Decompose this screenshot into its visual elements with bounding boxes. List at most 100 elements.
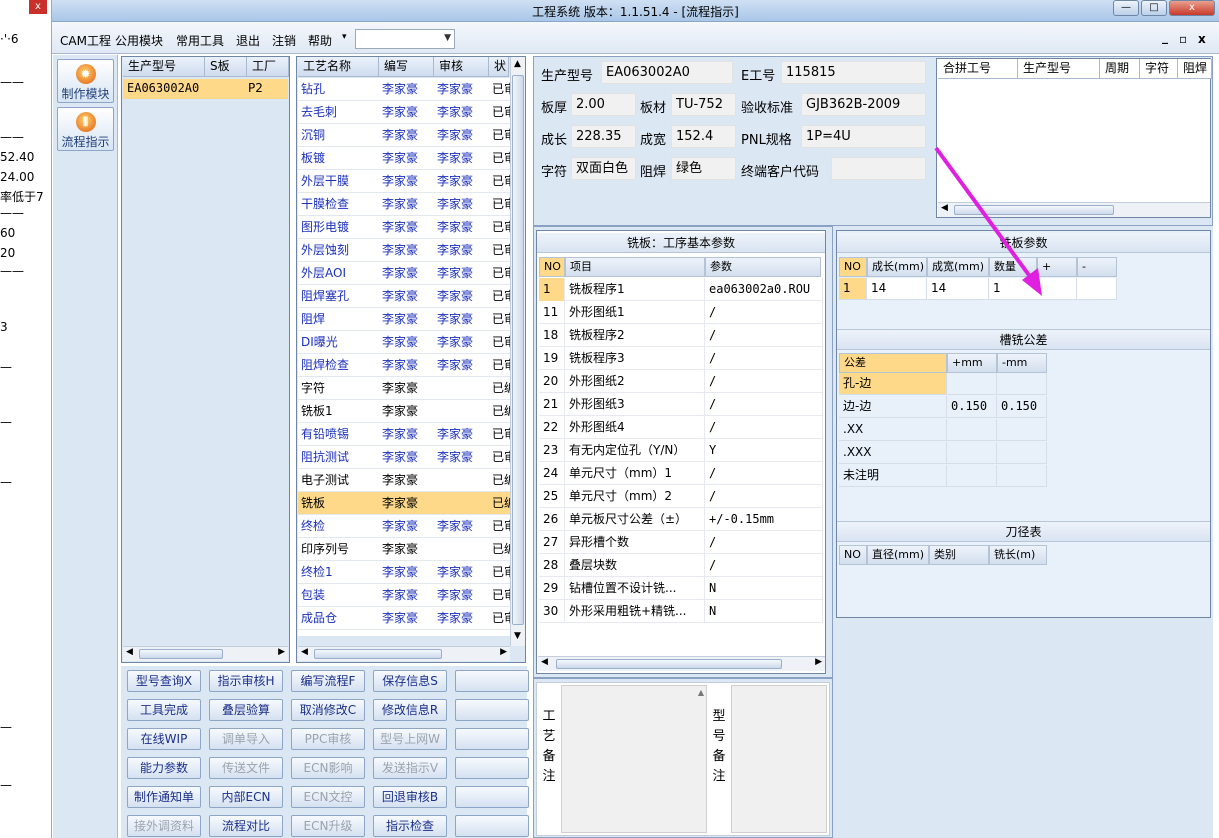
blank-button[interactable]	[455, 757, 529, 779]
scroll-right-icon[interactable]: ▶	[815, 657, 822, 667]
field-thickness[interactable]: 2.00	[571, 93, 636, 116]
table-row[interactable]: 铣板1 李家豪 已编	[298, 400, 510, 423]
scroll-up-icon[interactable]: ▲	[514, 59, 521, 69]
blank-button[interactable]	[455, 670, 529, 692]
scroll-left-icon[interactable]: ◀	[301, 647, 308, 657]
col-header-s-board[interactable]: S板	[205, 57, 247, 77]
field-length[interactable]: 228.35	[571, 125, 636, 148]
mdi-close-button[interactable]: x	[1198, 32, 1206, 46]
table-row[interactable]: 25 单元尺寸（mm）2/	[539, 485, 823, 508]
close-button[interactable]: x	[1169, 0, 1215, 16]
field-eno[interactable]: 115815	[781, 61, 926, 84]
scrollbar-thumb[interactable]	[314, 649, 442, 659]
col-header-mill-length[interactable]: 铣长(m)	[989, 545, 1047, 565]
col-header-merge-no[interactable]: 合拼工号	[938, 59, 1018, 79]
table-row[interactable]: 钻孔 李家豪 李家豪 已审	[298, 78, 510, 101]
maximize-button[interactable]: □	[1141, 0, 1167, 16]
menu-common-tools[interactable]: 常用工具	[176, 32, 224, 49]
nav-make-module-button[interactable]: ✹ 制作模块	[57, 59, 114, 103]
action-button[interactable]: 修改信息R	[373, 699, 447, 721]
table-row[interactable]: 外层AOI 李家豪 李家豪 已审	[298, 262, 510, 285]
combo-chevron-down-icon[interactable]: ▼	[444, 33, 451, 43]
action-button[interactable]: PPC审核	[291, 728, 365, 750]
action-button[interactable]: ECN影响	[291, 757, 365, 779]
action-button[interactable]: 能力参数	[127, 757, 201, 779]
table-row[interactable]: 包装 李家豪 李家豪 已审	[298, 584, 510, 607]
table-row[interactable]: 边-边 0.150 0.150	[839, 396, 1049, 419]
menu-help[interactable]: 帮助	[308, 32, 332, 49]
table-row[interactable]: 外层干膜 李家豪 李家豪 已审	[298, 170, 510, 193]
table-row[interactable]: 孔-边	[839, 373, 1049, 396]
col-header-merge-model[interactable]: 生产型号	[1018, 59, 1100, 79]
table-row[interactable]: 沉铜 李家豪 李家豪 已审	[298, 124, 510, 147]
table-row[interactable]: 26 单元板尺寸公差（±） +/-0.15mm	[539, 508, 823, 531]
action-button[interactable]: 指示检查	[373, 815, 447, 837]
nav-flow-guide-button[interactable]: ⦀ 流程指示	[57, 107, 114, 151]
table-row[interactable]: 终检 李家豪 李家豪 已审	[298, 515, 510, 538]
table-row[interactable]: .XXX	[839, 442, 1049, 465]
table-row[interactable]: 24 单元尺寸（mm）1/	[539, 462, 823, 485]
menu-dropdown-icon[interactable]: ▾	[342, 32, 347, 42]
scroll-right-icon[interactable]: ▶	[278, 647, 285, 657]
field-solder-mask[interactable]: 绿色	[671, 157, 736, 180]
table-row[interactable]: 终检1 李家豪 李家豪 已审	[298, 561, 510, 584]
col-header-merge-char[interactable]: 字符	[1140, 59, 1178, 79]
col-header-tolerance[interactable]: 公差	[839, 353, 947, 373]
mdi-restore-button[interactable]: ▫	[1179, 32, 1187, 46]
col-header-value[interactable]: 参数	[705, 257, 821, 277]
model-remark-textarea[interactable]	[731, 685, 827, 833]
action-button[interactable]: ECN文控	[291, 786, 365, 808]
action-button[interactable]: 回退审核B	[373, 786, 447, 808]
table-row[interactable]: 板镀 李家豪 李家豪 已审	[298, 147, 510, 170]
col-header-merge-period[interactable]: 周期	[1100, 59, 1140, 79]
menu-public-module[interactable]: 公用模块	[115, 32, 163, 49]
col-header-plus-mm[interactable]: +mm	[947, 353, 997, 373]
action-button[interactable]: 接外调资料	[127, 815, 201, 837]
col-header-auditor[interactable]: 审核	[434, 57, 489, 77]
action-button[interactable]: 型号查询X	[127, 670, 201, 692]
blank-button[interactable]	[455, 728, 529, 750]
mill-params-scrollbar[interactable]: ◀ ▶	[538, 656, 825, 671]
col-header-type[interactable]: 类别	[929, 545, 989, 565]
action-button[interactable]: 流程对比	[209, 815, 283, 837]
table-row[interactable]: 20 外形图纸2/	[539, 370, 823, 393]
scrollbar-thumb[interactable]	[139, 649, 223, 659]
table-row[interactable]: 阻焊 李家豪 李家豪 已审	[298, 308, 510, 331]
action-button[interactable]: 取消修改C	[291, 699, 365, 721]
table-row[interactable]: 未注明	[839, 465, 1049, 488]
scroll-down-icon[interactable]: ▼	[514, 631, 521, 641]
table-row[interactable]: 有铅喷锡 李家豪 李家豪 已审	[298, 423, 510, 446]
table-row[interactable]: 印序列号 李家豪 已编	[298, 538, 510, 561]
process-remark-textarea[interactable]: ▲	[561, 685, 707, 833]
action-button[interactable]: 制作通知单	[127, 786, 201, 808]
field-pnl[interactable]: 1P=4U	[801, 125, 926, 148]
field-model[interactable]: EA063002A0	[601, 61, 733, 84]
table-row[interactable]: 18 铣板程序2/	[539, 324, 823, 347]
table-row[interactable]: 29 钻槽位置不设计铣... N	[539, 577, 823, 600]
action-button[interactable]: 发送指示V	[373, 757, 447, 779]
table-row[interactable]: 阻焊塞孔 李家豪 李家豪 已审	[298, 285, 510, 308]
scroll-right-icon[interactable]: ▶	[500, 647, 507, 657]
table-row[interactable]: .XX	[839, 419, 1049, 442]
action-button[interactable]: 指示审核H	[209, 670, 283, 692]
table-row[interactable]: 阻抗测试 李家豪 李家豪 已审	[298, 446, 510, 469]
col-header-item[interactable]: 项目	[565, 257, 705, 277]
scrollbar-thumb[interactable]	[556, 659, 782, 669]
field-width[interactable]: 152.4	[671, 125, 736, 148]
action-button[interactable]: 内部ECN	[209, 786, 283, 808]
table-row[interactable]: 30 外形采用粗铣+精铣... N	[539, 600, 823, 623]
col-header-diameter[interactable]: 直径(mm)	[867, 545, 929, 565]
action-button[interactable]: 在线WIP	[127, 728, 201, 750]
menu-logout[interactable]: 注销	[272, 32, 296, 49]
minimize-button[interactable]: —	[1113, 0, 1139, 16]
action-button[interactable]: 保存信息S	[373, 670, 447, 692]
process-hscrollbar[interactable]: ◀ ▶	[298, 646, 510, 661]
action-button[interactable]: ECN升级	[291, 815, 365, 837]
col-header-model[interactable]: 生产型号	[123, 57, 205, 77]
table-row[interactable]: 字符 李家豪 已编	[298, 377, 510, 400]
table-row[interactable]: 图形电镀 李家豪 李家豪 已审	[298, 216, 510, 239]
table-row[interactable]: 干膜检查 李家豪 李家豪 已审	[298, 193, 510, 216]
toolbar-combo[interactable]: ▼	[355, 29, 455, 49]
process-vscrollbar[interactable]: ▲ ▼	[510, 57, 525, 646]
model-grid-scrollbar[interactable]: ◀ ▶	[123, 646, 288, 661]
